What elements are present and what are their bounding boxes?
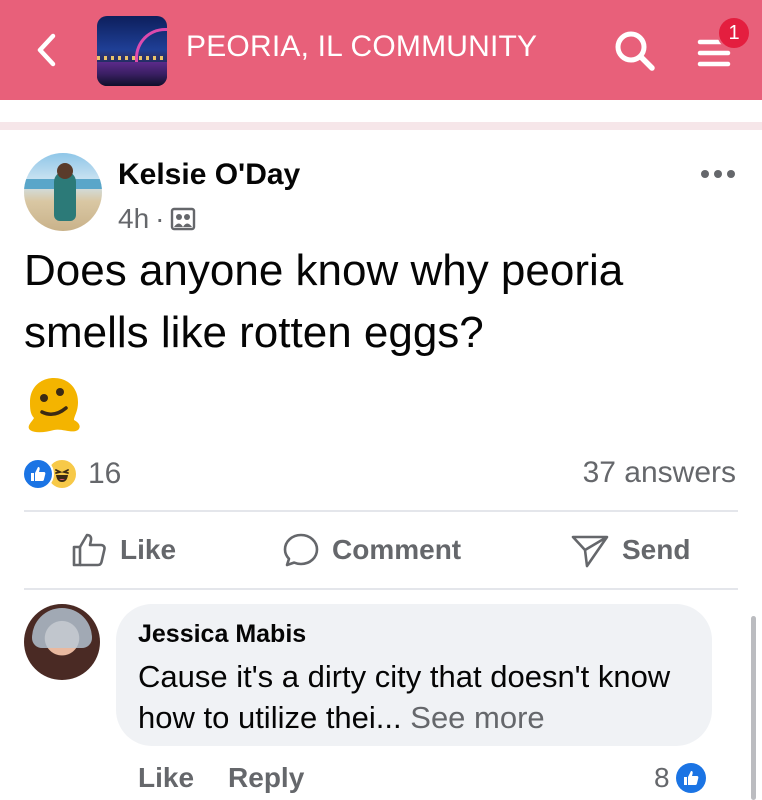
comment-actions: Like Reply bbox=[138, 758, 304, 798]
back-button[interactable] bbox=[28, 30, 64, 70]
meta-separator: · bbox=[155, 203, 165, 234]
comment-button[interactable]: Comment bbox=[282, 528, 461, 572]
post-author-name[interactable]: Kelsie O'Day bbox=[118, 158, 300, 192]
avatar-hair bbox=[32, 608, 92, 648]
thumbnail-water bbox=[97, 62, 167, 86]
post-reactions[interactable]: 16 bbox=[22, 454, 121, 494]
comment-reaction-count: 8 bbox=[654, 762, 670, 793]
comment-button-label: Comment bbox=[332, 534, 462, 565]
comment-like-button[interactable]: Like bbox=[138, 762, 194, 794]
search-icon bbox=[615, 31, 655, 71]
more-dots-icon bbox=[701, 170, 735, 178]
thumbnail-bridge bbox=[135, 28, 167, 62]
notification-badge[interactable]: 1 bbox=[717, 16, 751, 50]
commenter-avatar[interactable] bbox=[24, 604, 100, 680]
section-divider bbox=[0, 122, 762, 130]
comment-reply-button[interactable]: Reply bbox=[228, 762, 304, 794]
chevron-left-icon bbox=[37, 33, 56, 67]
send-button[interactable]: Send bbox=[570, 528, 690, 572]
post-body-text: Does anyone know why peoria smells like … bbox=[24, 246, 624, 357]
reaction-count: 16 bbox=[88, 457, 122, 490]
comment-author-name[interactable]: Jessica Mabis bbox=[138, 620, 306, 649]
like-icon bbox=[22, 458, 54, 490]
thumbs-up-outline-icon bbox=[72, 533, 106, 567]
avatar-head bbox=[57, 163, 73, 179]
group-title[interactable]: PEORIA, IL COMMUNITY bbox=[186, 30, 537, 64]
melting-face-emoji bbox=[22, 372, 86, 436]
post-more-button[interactable] bbox=[698, 162, 738, 186]
answers-count-link[interactable]: 37 answers bbox=[583, 456, 736, 490]
send-arrow-icon bbox=[571, 535, 609, 568]
send-button-label: Send bbox=[622, 534, 691, 565]
like-button[interactable]: Like bbox=[70, 528, 176, 572]
search-button[interactable] bbox=[612, 28, 658, 74]
comment-bubble-icon bbox=[283, 533, 319, 567]
post-timestamp[interactable]: 4h bbox=[118, 203, 149, 235]
comment-body: Cause it's a dirty city that doesn't kno… bbox=[138, 659, 671, 735]
comment-text: Cause it's a dirty city that doesn't kno… bbox=[138, 656, 698, 738]
group-members-icon bbox=[171, 207, 196, 231]
post-meta: 4h · bbox=[118, 203, 196, 235]
comment-reactions[interactable]: 8 bbox=[654, 758, 706, 798]
post-author-avatar[interactable] bbox=[24, 153, 102, 231]
action-bar-bottom-divider bbox=[24, 588, 738, 590]
header-spacer bbox=[0, 100, 762, 124]
group-cover-thumbnail[interactable] bbox=[97, 16, 167, 86]
like-button-label: Like bbox=[120, 534, 177, 565]
action-bar-top-divider bbox=[24, 510, 738, 512]
like-icon bbox=[675, 763, 706, 793]
see-more-link[interactable]: See more bbox=[410, 700, 544, 735]
scrollbar[interactable] bbox=[751, 616, 756, 800]
